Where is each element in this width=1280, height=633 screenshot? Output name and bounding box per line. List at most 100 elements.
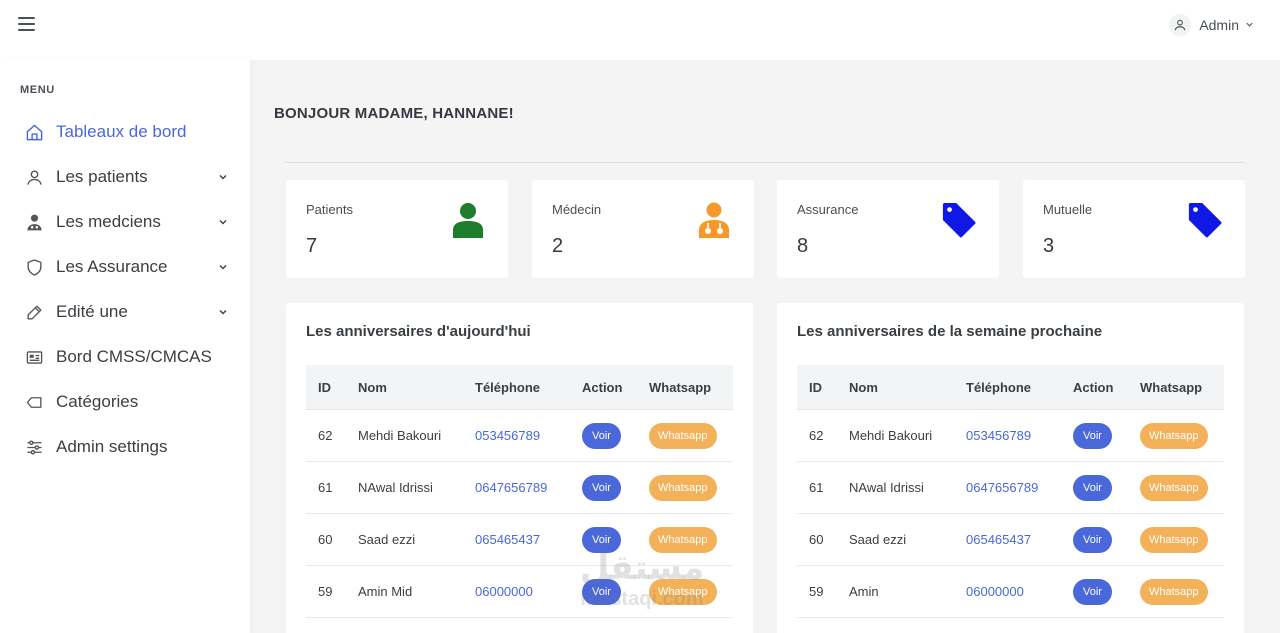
- cell-id: 60: [809, 532, 824, 547]
- page-greeting: BONJOUR MADAME, HANNANE!: [274, 105, 514, 122]
- column-header-telephone: Téléphone: [475, 380, 541, 395]
- cell-id: 59: [318, 584, 333, 599]
- phone-link[interactable]: 065465437: [475, 532, 540, 547]
- column-header-whatsapp: Whatsapp: [1140, 380, 1203, 395]
- voir-button[interactable]: Voir: [582, 579, 621, 605]
- sidebar-item-label: Edité une: [56, 302, 128, 321]
- cell-nom: Amin: [849, 584, 879, 599]
- chevron-down-icon: [1245, 16, 1254, 34]
- stat-card-assurance[interactable]: Assurance 8: [777, 180, 999, 278]
- voir-button[interactable]: Voir: [582, 423, 621, 449]
- sidebar-item-patients[interactable]: Les patients: [24, 162, 229, 192]
- top-bar: Admin: [0, 0, 1280, 60]
- table-row: 61 NAwal Idrissi 0647656789 Voir Whatsap…: [797, 462, 1224, 514]
- cell-id: 59: [809, 584, 824, 599]
- sidebar-item-label: Bord CMSS/CMCAS: [56, 347, 212, 366]
- cell-nom: Saad ezzi: [849, 532, 907, 547]
- whatsapp-button[interactable]: Whatsapp: [1140, 527, 1208, 553]
- user-icon: [450, 200, 486, 240]
- hamburger-menu-icon[interactable]: [18, 17, 35, 31]
- sidebar-item-label: Les medciens: [56, 212, 161, 231]
- cell-id: 62: [809, 428, 824, 443]
- sidebar-item-bord-cmss[interactable]: Bord CMSS/CMCAS: [24, 342, 229, 372]
- whatsapp-button[interactable]: Whatsapp: [649, 527, 717, 553]
- sidebar-item-admin-settings[interactable]: Admin settings: [24, 432, 229, 462]
- panel-title: Les anniversaires de la semaine prochain…: [797, 323, 1103, 340]
- phone-link[interactable]: 06000000: [475, 584, 533, 599]
- column-header-nom: Nom: [358, 380, 387, 395]
- table-row: 59 Amin Mid 06000000 Voir Whatsapp: [306, 566, 733, 618]
- tag-icon: [941, 200, 977, 240]
- main-content: BONJOUR MADAME, HANNANE! Patients 7 Méde…: [250, 60, 1280, 633]
- chevron-down-icon: [217, 306, 229, 318]
- edit-icon: [24, 302, 44, 322]
- sidebar: MENU Tableaux de bord Les patients Les m…: [0, 60, 250, 633]
- tag-icon: [1187, 200, 1223, 240]
- stat-card-medecin[interactable]: Médecin 2: [532, 180, 754, 278]
- stat-value: 2: [552, 235, 564, 257]
- cell-id: 62: [318, 428, 333, 443]
- sidebar-item-label: Admin settings: [56, 437, 168, 456]
- table-row: 62 Mehdi Bakouri 053456789 Voir Whatsapp: [306, 410, 733, 462]
- sidebar-item-edite-une[interactable]: Edité une: [24, 297, 229, 327]
- doctor-icon: [696, 200, 732, 240]
- birthdays-today-panel: Les anniversaires d'aujourd'hui ID Nom T…: [286, 303, 753, 633]
- phone-link[interactable]: 053456789: [966, 428, 1031, 443]
- whatsapp-button[interactable]: Whatsapp: [649, 475, 717, 501]
- table-row: 62 Mehdi Bakouri 053456789 Voir Whatsapp: [797, 410, 1224, 462]
- voir-button[interactable]: Voir: [1073, 475, 1112, 501]
- cell-id: 61: [809, 480, 824, 495]
- voir-button[interactable]: Voir: [582, 527, 621, 553]
- column-header-action: Action: [582, 380, 623, 395]
- user-icon: [24, 167, 44, 187]
- whatsapp-button[interactable]: Whatsapp: [649, 579, 717, 605]
- whatsapp-button[interactable]: Whatsapp: [649, 423, 717, 449]
- doctor-icon: [24, 212, 44, 232]
- panel-title: Les anniversaires d'aujourd'hui: [306, 323, 531, 340]
- phone-link[interactable]: 053456789: [475, 428, 540, 443]
- stat-value: 3: [1043, 235, 1055, 257]
- stat-value: 7: [306, 235, 318, 257]
- stat-card-mutuelle[interactable]: Mutuelle 3: [1023, 180, 1245, 278]
- cell-id: 60: [318, 532, 333, 547]
- cell-nom: Saad ezzi: [358, 532, 416, 547]
- column-header-nom: Nom: [849, 380, 878, 395]
- voir-button[interactable]: Voir: [582, 475, 621, 501]
- column-header-whatsapp: Whatsapp: [649, 380, 712, 395]
- column-header-telephone: Téléphone: [966, 380, 1032, 395]
- sidebar-item-label: Catégories: [56, 392, 139, 411]
- sidebar-item-categories[interactable]: Catégories: [24, 387, 229, 417]
- cell-nom: Amin Mid: [358, 584, 413, 599]
- stat-card-patients[interactable]: Patients 7: [286, 180, 508, 278]
- sidebar-item-tableaux-de-bord[interactable]: Tableaux de bord: [24, 117, 229, 147]
- column-header-id: ID: [809, 380, 822, 395]
- user-menu[interactable]: Admin: [1169, 14, 1254, 36]
- column-header-action: Action: [1073, 380, 1114, 395]
- sliders-icon: [24, 437, 44, 457]
- whatsapp-button[interactable]: Whatsapp: [1140, 475, 1208, 501]
- voir-button[interactable]: Voir: [1073, 423, 1112, 449]
- sidebar-item-medciens[interactable]: Les medciens: [24, 207, 229, 237]
- shield-icon: [24, 257, 44, 277]
- voir-button[interactable]: Voir: [1073, 579, 1112, 605]
- voir-button[interactable]: Voir: [1073, 527, 1112, 553]
- cell-nom: Mehdi Bakouri: [358, 428, 442, 443]
- phone-link[interactable]: 065465437: [966, 532, 1031, 547]
- phone-link[interactable]: 0647656789: [475, 480, 547, 495]
- phone-link[interactable]: 06000000: [966, 584, 1024, 599]
- stat-label: Assurance: [797, 202, 859, 217]
- table-row: 60 Saad ezzi 065465437 Voir Whatsapp: [306, 514, 733, 566]
- table-header: ID Nom Téléphone Action Whatsapp: [797, 365, 1224, 410]
- whatsapp-button[interactable]: Whatsapp: [1140, 423, 1208, 449]
- menu-title: MENU: [20, 84, 55, 96]
- chevron-down-icon: [217, 216, 229, 228]
- sidebar-item-assurance[interactable]: Les Assurance: [24, 252, 229, 282]
- table-row: 59 Amin 06000000 Voir Whatsapp: [797, 566, 1224, 618]
- user-name: Admin: [1199, 17, 1239, 33]
- whatsapp-button[interactable]: Whatsapp: [1140, 579, 1208, 605]
- cell-nom: Mehdi Bakouri: [849, 428, 933, 443]
- phone-link[interactable]: 0647656789: [966, 480, 1038, 495]
- stat-label: Mutuelle: [1043, 202, 1093, 217]
- column-header-id: ID: [318, 380, 331, 395]
- table-header: ID Nom Téléphone Action Whatsapp: [306, 365, 733, 410]
